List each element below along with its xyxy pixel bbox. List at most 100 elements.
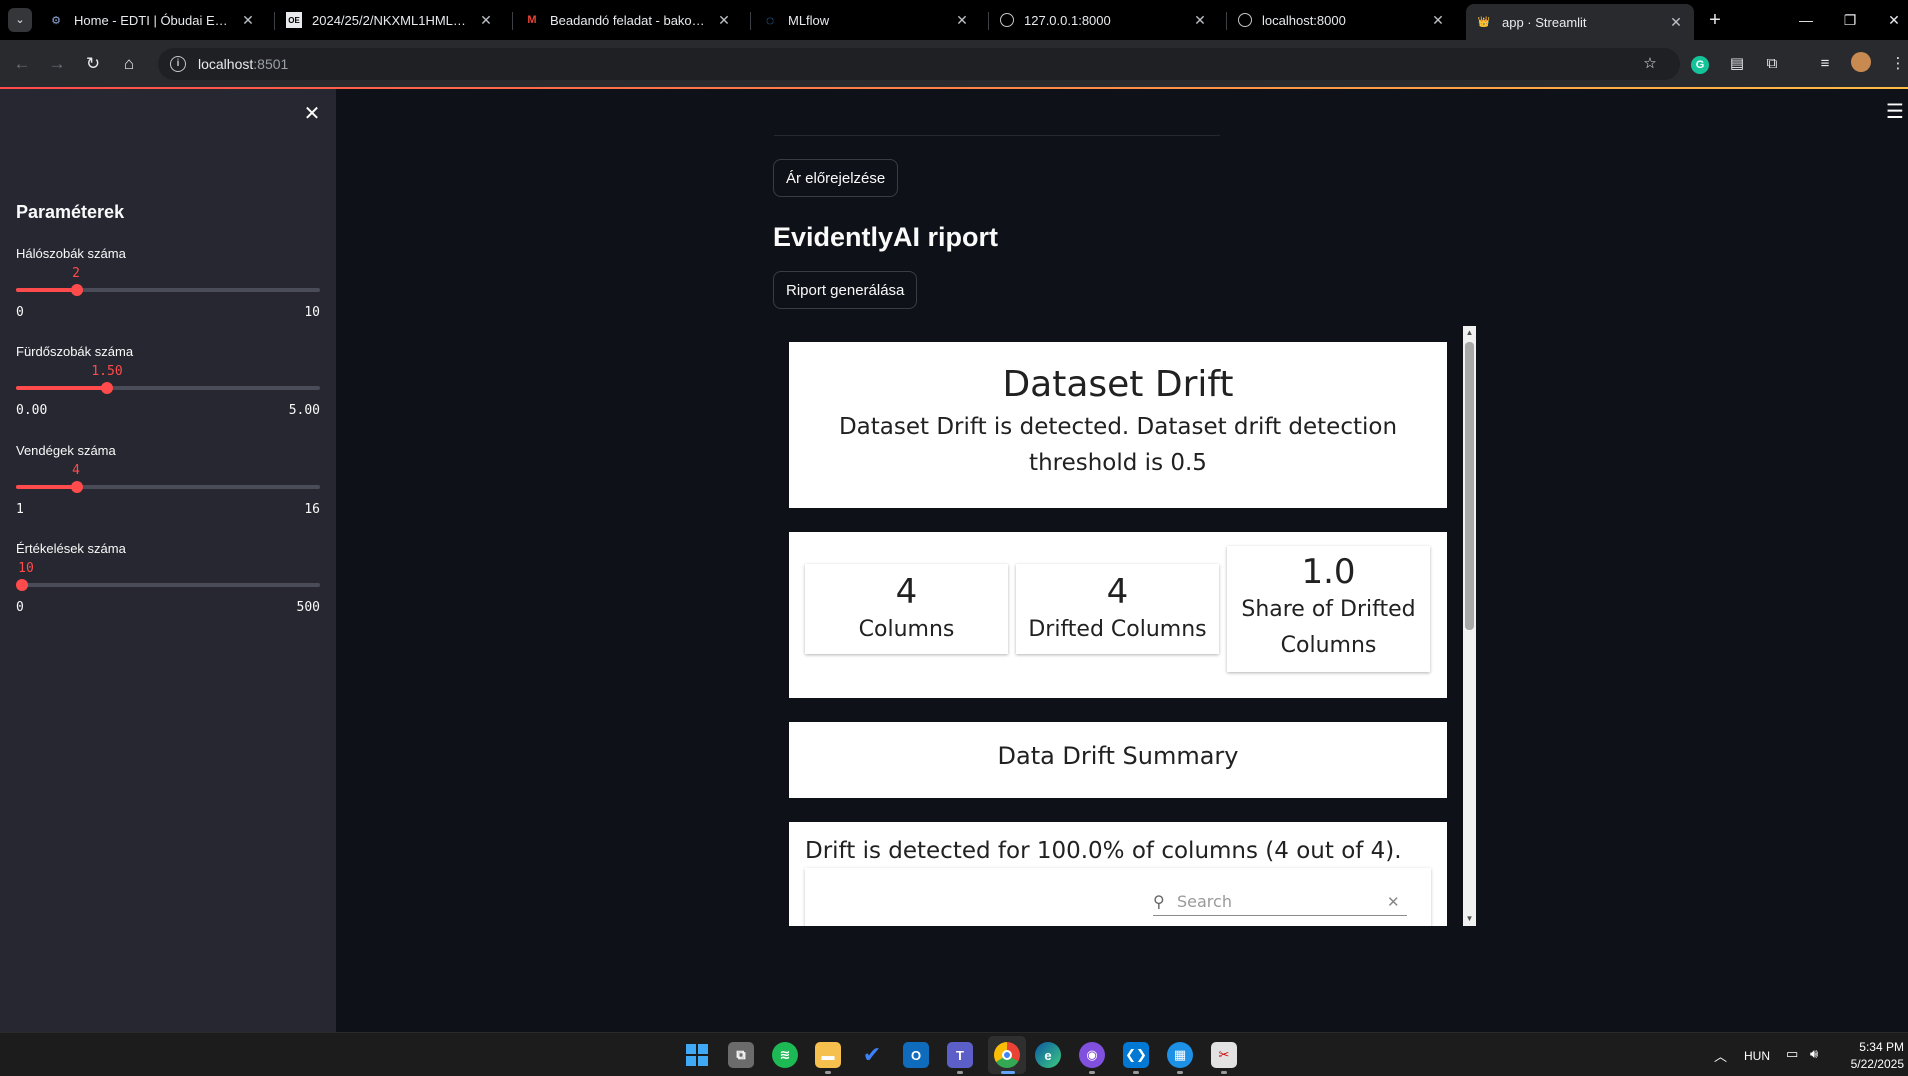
report-scrollbar-thumb[interactable] (1465, 342, 1474, 630)
clock-date[interactable]: 5/22/2025 (1836, 1057, 1904, 1071)
streamlit-menu-icon[interactable]: ☰ (1886, 102, 1906, 122)
github-desktop-icon[interactable]: ◉ (1079, 1042, 1105, 1068)
tab-mlflow[interactable]: ◌ MLflow ✕ (752, 4, 980, 36)
close-tab-icon[interactable]: ✕ (954, 12, 970, 29)
start-button-icon[interactable] (684, 1042, 710, 1068)
table-search-field[interactable]: ⚲ Search ✕ (1153, 888, 1407, 916)
slider-track-reviews[interactable] (16, 583, 320, 587)
tab-localhost-8000[interactable]: localhost:8000 ✕ (1228, 4, 1456, 36)
scroll-down-arrow-icon[interactable]: ▼ (1463, 912, 1476, 926)
slider-max-bathrooms: 5.00 (288, 403, 320, 418)
close-tab-icon[interactable]: ✕ (478, 12, 494, 29)
slider-value-bedrooms: 2 (72, 266, 80, 281)
close-tab-icon[interactable]: ✕ (1430, 12, 1446, 29)
slider-min-bathrooms: 0.00 (16, 403, 48, 418)
search-input[interactable]: Search (1177, 892, 1387, 911)
globe-icon (1238, 13, 1252, 27)
chrome-icon[interactable] (994, 1042, 1020, 1068)
slider-thumb-guests[interactable] (71, 481, 83, 493)
previous-content-border (774, 135, 1220, 136)
clock-time[interactable]: 5:34 PM (1846, 1040, 1904, 1054)
metric-value: 4 (1106, 572, 1129, 612)
tab-streamlit-active[interactable]: 👑 app · Streamlit ✕ (1466, 4, 1694, 40)
slider-min-bedrooms: 0 (16, 305, 24, 320)
task-view-icon[interactable]: ⧉ (728, 1042, 754, 1068)
close-tab-icon[interactable]: ✕ (1192, 12, 1208, 29)
dataset-drift-text: Dataset Drift is detected. Dataset drift… (838, 414, 1398, 476)
home-icon[interactable]: ⌂ (117, 52, 141, 76)
address-bar[interactable]: i localhost:8501 (158, 48, 1680, 80)
slider-fill-bedrooms (16, 288, 77, 292)
search-icon: ⚲ (1153, 892, 1165, 911)
slider-fill-bathrooms (16, 386, 107, 390)
tab-127[interactable]: 127.0.0.1:8000 ✕ (990, 4, 1218, 36)
slider-max-reviews: 500 (296, 600, 320, 615)
close-tab-icon[interactable]: ✕ (1668, 14, 1684, 31)
teams-icon[interactable]: T (947, 1042, 973, 1068)
metric-label: Columns (858, 617, 955, 642)
clear-search-icon[interactable]: ✕ (1387, 893, 1407, 911)
show-hidden-icons-chevron-icon[interactable]: ︿ (1714, 1046, 1727, 1065)
metric-drifted-columns: 4 Drifted Columns (1016, 564, 1219, 654)
sidebar-title: Paraméterek (16, 202, 125, 222)
grammarly-icon[interactable]: G (1688, 52, 1712, 76)
generate-report-button[interactable]: Riport generálása (773, 271, 918, 309)
data-drift-summary-card: Data Drift Summary (789, 722, 1447, 798)
tab-edti[interactable]: ⚙ Home - EDTI | Óbudai Egyetem ✕ (38, 4, 266, 36)
slider-min-guests: 1 (16, 502, 24, 517)
slider-label-bedrooms: Hálószobák száma (16, 246, 126, 261)
volume-icon[interactable]: 🔊︎ (1810, 1046, 1818, 1062)
streamlit-icon: 👑 (1477, 16, 1491, 28)
file-explorer-icon[interactable]: ▬ (815, 1042, 841, 1068)
metric-label: Drifted Columns (1028, 617, 1207, 642)
extensions-icon[interactable]: ⧉ (1760, 52, 1784, 76)
metric-columns: 4 Columns (805, 564, 1008, 654)
close-tab-icon[interactable]: ✕ (240, 12, 256, 29)
drift-metrics-card: 4 Columns 4 Drifted Columns 1.0 Share of… (789, 532, 1447, 698)
summary-title: Data Drift Summary (997, 742, 1239, 770)
snipping-tool-icon[interactable]: ✂ (1211, 1042, 1237, 1068)
reload-icon[interactable]: ↻ (81, 52, 105, 76)
predict-price-button[interactable]: Ár előrejelzése (773, 159, 899, 197)
media-control-icon[interactable]: ≡ (1813, 52, 1837, 76)
gmail-icon: M (527, 14, 537, 26)
new-tab-button[interactable]: + (1703, 8, 1727, 32)
tab-moodle[interactable]: OE 2024/25/2/NKXML1HMLF/ML1 ✕ (276, 4, 504, 36)
close-sidebar-icon[interactable]: ✕ (302, 104, 322, 124)
restore-icon[interactable]: ❐ (1838, 8, 1862, 32)
spotify-icon[interactable]: ≋ (772, 1042, 798, 1068)
scroll-up-arrow-icon[interactable]: ▲ (1463, 326, 1476, 340)
vscode-icon[interactable]: ❮❯ (1123, 1042, 1149, 1068)
url-port: :8501 (253, 56, 289, 72)
slider-thumb-bedrooms[interactable] (71, 284, 83, 296)
network-icon[interactable]: ▭ (1786, 1046, 1798, 1062)
slider-fill-guests (16, 485, 77, 489)
docker-icon[interactable]: ▦ (1167, 1042, 1193, 1068)
site-info-icon[interactable]: i (170, 56, 186, 72)
profile-avatar[interactable] (1849, 52, 1873, 76)
input-language[interactable]: HUN (1744, 1049, 1770, 1063)
browser-menu-icon[interactable]: ⋮ (1886, 52, 1908, 76)
section-title: EvidentlyAI riport (773, 222, 999, 252)
slider-thumb-reviews[interactable] (16, 579, 28, 591)
outlook-icon[interactable]: O (903, 1042, 929, 1068)
evidently-report-frame[interactable]: Dataset Drift Dataset Drift is detected.… (774, 326, 1476, 926)
edge-icon[interactable]: e (1035, 1042, 1061, 1068)
close-tab-icon[interactable]: ✕ (716, 12, 732, 29)
todo-icon[interactable]: ✔ (859, 1042, 885, 1068)
drift-table-card: Drift is detected for 100.0% of columns … (789, 822, 1447, 926)
tab-gmail[interactable]: M Beadandó feladat - bakos.sany ✕ (514, 4, 742, 36)
dataset-drift-title: Dataset Drift (1002, 364, 1234, 405)
slider-thumb-bathrooms[interactable] (101, 382, 113, 394)
back-icon[interactable]: ← (10, 52, 34, 76)
slider-label-reviews: Értékelések száma (16, 541, 126, 556)
metric-value: 1.0 (1301, 552, 1356, 592)
bookmark-star-icon[interactable]: ☆ (1638, 52, 1662, 76)
reading-list-icon[interactable]: ▤ (1725, 52, 1749, 76)
close-window-icon[interactable]: ✕ (1882, 8, 1906, 32)
minimize-icon[interactable]: — (1794, 8, 1818, 32)
tab-search-button[interactable]: ⌄ (8, 8, 32, 32)
slider-max-guests: 16 (304, 502, 320, 517)
forward-icon[interactable]: → (45, 52, 69, 76)
globe-icon (1000, 13, 1014, 27)
